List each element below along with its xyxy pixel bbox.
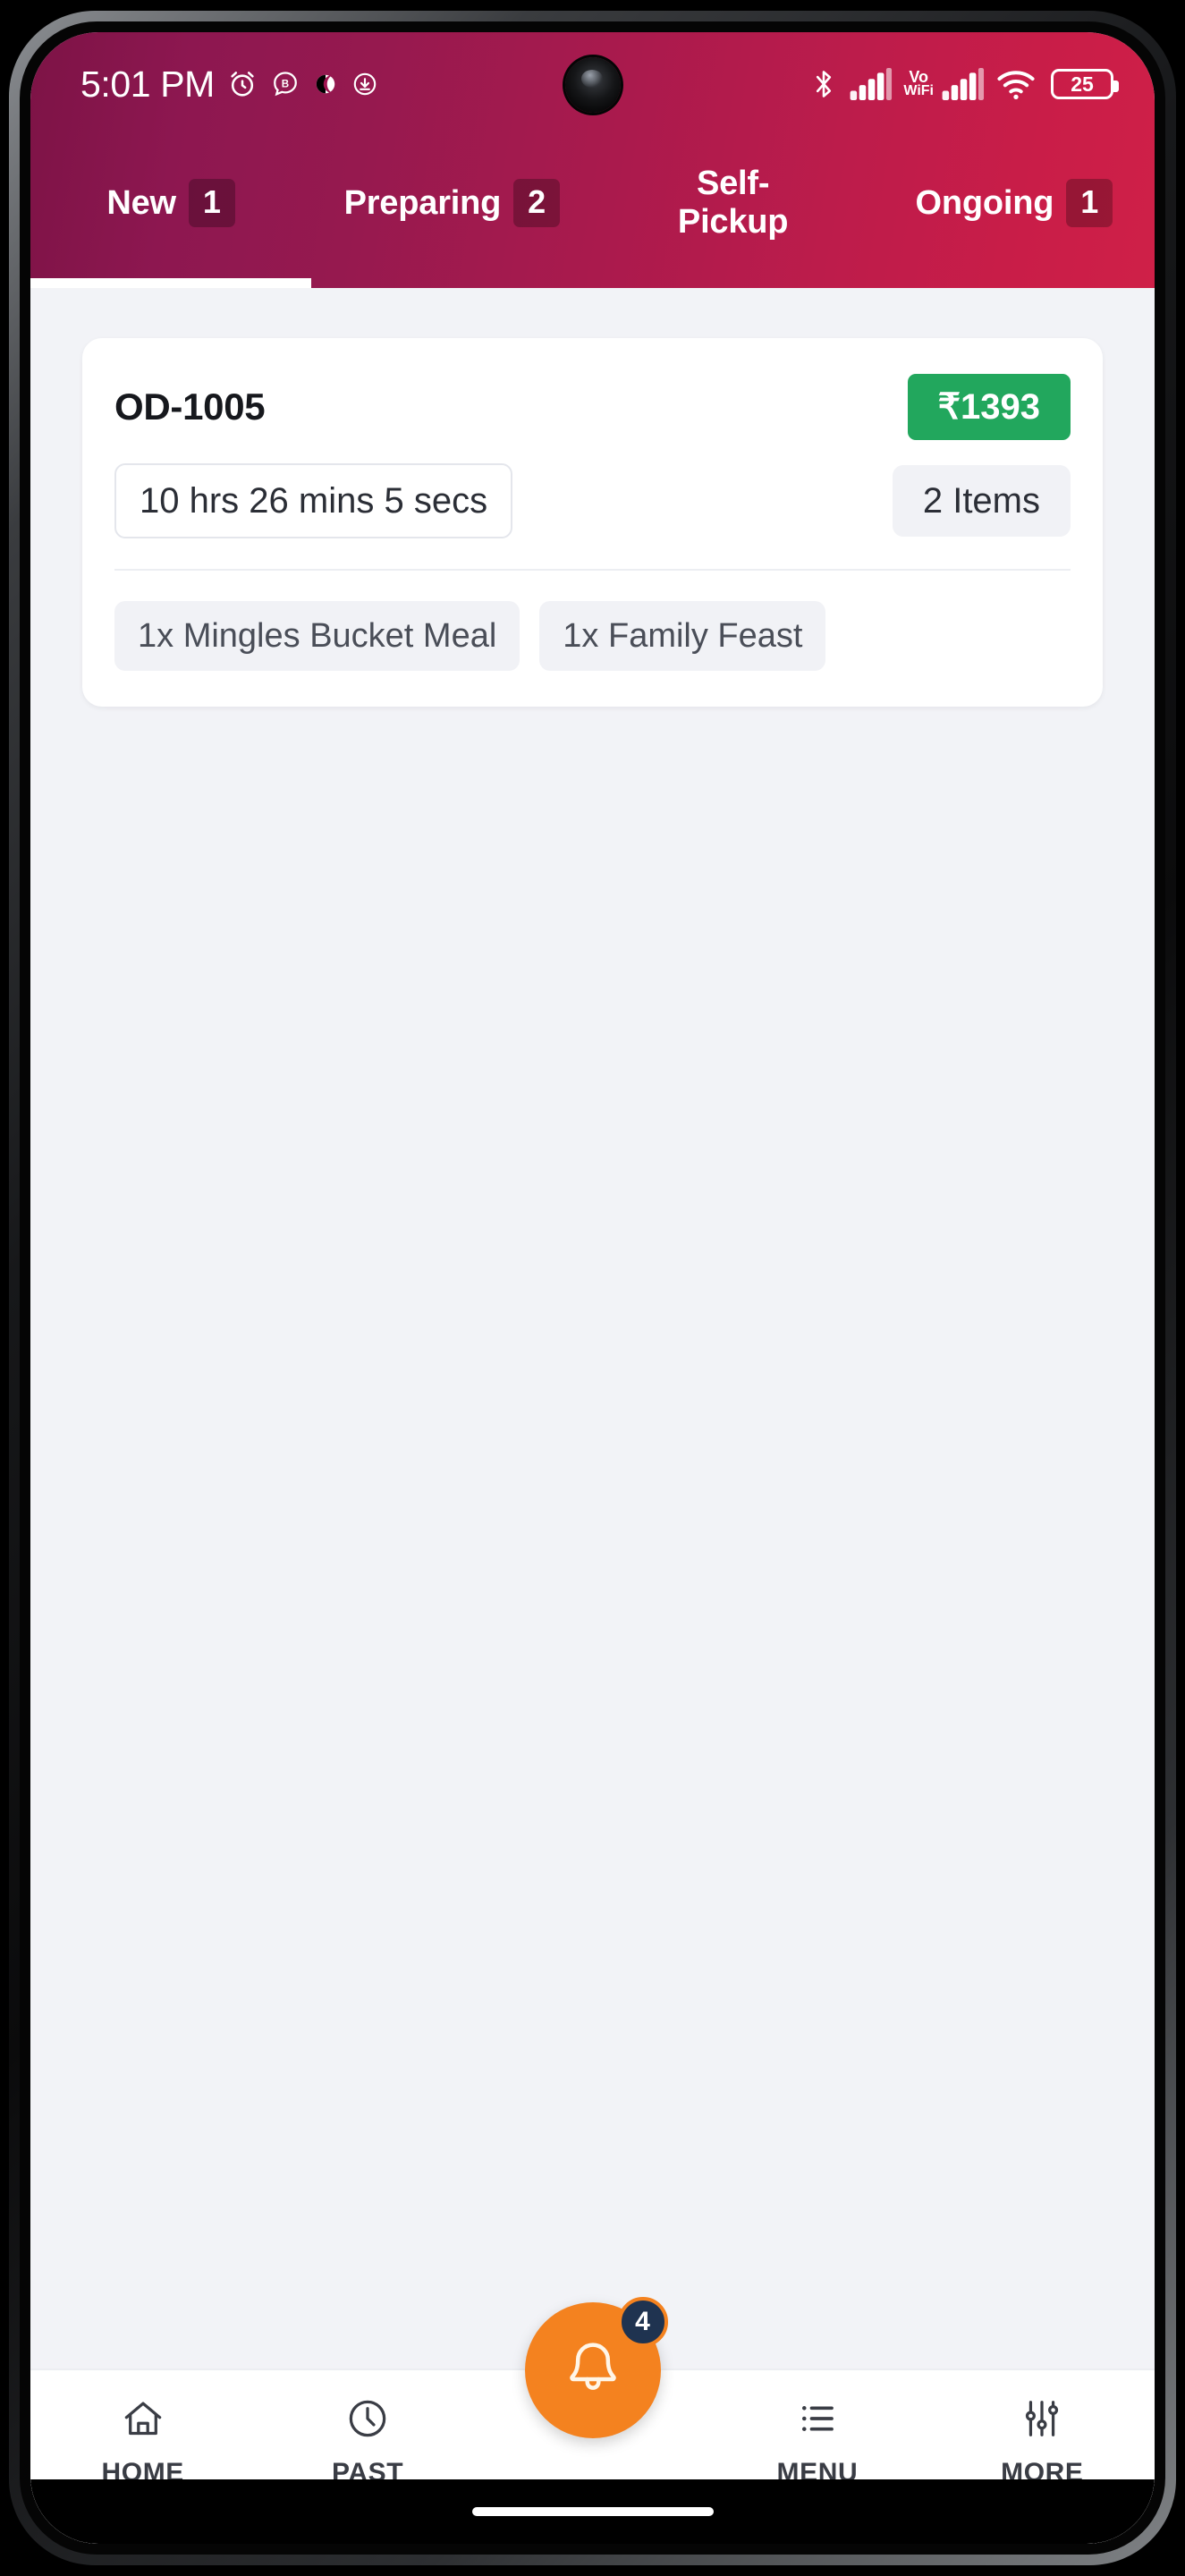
wifi-icon bbox=[995, 68, 1037, 100]
phone-screen: 5:01 PM B Vo WiFi 25 New 1 Preparing 2 S… bbox=[30, 32, 1155, 2544]
tab-ongoing-label: Ongoing bbox=[915, 183, 1054, 222]
download-circle-icon bbox=[351, 70, 379, 98]
svg-text:B: B bbox=[282, 78, 289, 89]
device-frame: 5:01 PM B Vo WiFi 25 New 1 Preparing 2 S… bbox=[0, 0, 1185, 2576]
battery-level: 25 bbox=[1071, 72, 1094, 96]
notifications-fab[interactable]: 4 bbox=[524, 2297, 668, 2438]
tab-new-badge: 1 bbox=[188, 179, 235, 227]
card-divider bbox=[114, 569, 1071, 571]
order-card-header: OD-1005 ₹1393 bbox=[114, 374, 1071, 440]
bell-icon bbox=[561, 2336, 625, 2405]
sliders-icon bbox=[1019, 2394, 1065, 2444]
signal-bars-icon bbox=[942, 68, 985, 100]
tab-ongoing[interactable]: Ongoing 1 bbox=[874, 136, 1155, 288]
order-card[interactable]: OD-1005 ₹1393 10 hrs 26 mins 5 secs 2 It… bbox=[82, 338, 1103, 707]
order-amount-badge: ₹1393 bbox=[907, 374, 1071, 440]
order-item-chip: 1x Mingles Bucket Meal bbox=[114, 601, 521, 671]
tab-ongoing-badge: 1 bbox=[1066, 179, 1113, 227]
order-item-chip: 1x Family Feast bbox=[539, 601, 826, 671]
bluetooth-icon bbox=[808, 67, 839, 101]
vowifi-bottom: WiFi bbox=[903, 82, 934, 98]
battery-indicator: 25 bbox=[1051, 69, 1119, 99]
order-card-meta: 10 hrs 26 mins 5 secs 2 Items bbox=[114, 463, 1071, 538]
nav-item-more[interactable]: MORE bbox=[930, 2394, 1155, 2488]
home-indicator[interactable] bbox=[471, 2507, 714, 2516]
order-elapsed-time: 10 hrs 26 mins 5 secs bbox=[114, 463, 513, 538]
tab-new[interactable]: New 1 bbox=[30, 136, 312, 288]
volte-wifi-indicator: Vo WiFi bbox=[903, 70, 934, 98]
gesture-bar-area bbox=[30, 2479, 1155, 2544]
order-id: OD-1005 bbox=[114, 386, 266, 428]
status-bar-right: Vo WiFi 25 bbox=[808, 67, 1119, 101]
app-header: 5:01 PM B Vo WiFi 25 New 1 Preparing 2 S… bbox=[30, 32, 1155, 288]
tab-preparing-label: Preparing bbox=[343, 183, 502, 222]
order-status-tabs[interactable]: New 1 Preparing 2 Self-Pickup Ongoing 1 bbox=[30, 136, 1155, 288]
tab-preparing-badge: 2 bbox=[513, 179, 561, 227]
camera-punch-hole bbox=[564, 57, 621, 113]
signal-bars-icon bbox=[850, 68, 893, 100]
tab-new-label: New bbox=[106, 183, 176, 222]
status-time: 5:01 PM bbox=[80, 63, 215, 105]
order-item-chips: 1x Mingles Bucket Meal 1x Family Feast bbox=[114, 601, 1071, 671]
notifications-badge: 4 bbox=[617, 2297, 668, 2347]
home-icon bbox=[120, 2394, 166, 2444]
status-bar-left: 5:01 PM B bbox=[80, 63, 379, 105]
nav-item-past[interactable]: PAST bbox=[255, 2394, 479, 2488]
b-circle-icon: B bbox=[270, 69, 300, 99]
tab-self-pickup[interactable]: Self-Pickup bbox=[593, 136, 874, 288]
clock-icon bbox=[344, 2394, 391, 2444]
nav-item-home[interactable]: HOME bbox=[30, 2394, 255, 2488]
order-list: OD-1005 ₹1393 10 hrs 26 mins 5 secs 2 It… bbox=[30, 288, 1155, 2544]
alarm-icon bbox=[226, 68, 258, 100]
moon-icon bbox=[312, 71, 339, 97]
list-icon bbox=[794, 2394, 841, 2444]
order-items-count: 2 Items bbox=[892, 465, 1071, 537]
tab-preparing[interactable]: Preparing 2 bbox=[311, 136, 592, 288]
tab-self-pickup-label: Self-Pickup bbox=[677, 165, 789, 241]
nav-item-menu[interactable]: MENU bbox=[705, 2394, 929, 2488]
